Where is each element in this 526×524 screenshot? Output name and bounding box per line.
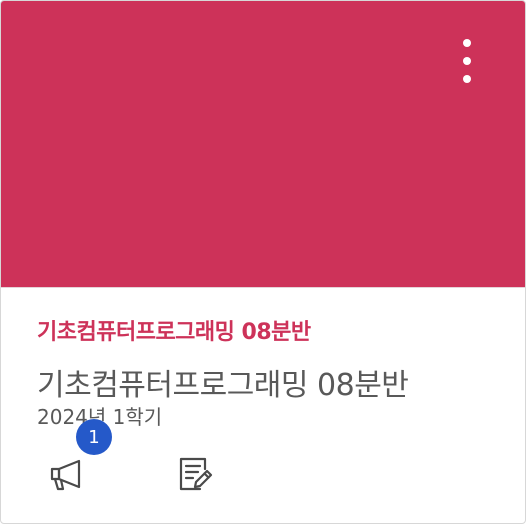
kebab-dot (463, 57, 471, 65)
course-name: 기초컴퓨터프로그래밍 08분반 (37, 368, 409, 403)
megaphone-icon (50, 459, 81, 491)
course-options-button[interactable] (453, 33, 481, 89)
kebab-dot (463, 39, 471, 47)
kebab-dot (463, 75, 471, 83)
course-card-body: 기초컴퓨터프로그래밍 08분반 기초컴퓨터프로그래밍 08분반 2024년 1학… (1, 287, 525, 523)
unread-count-badge: 1 (76, 419, 112, 455)
assignment-edit-icon (179, 457, 213, 491)
course-card[interactable]: 기초컴퓨터프로그래밍 08분반 기초컴퓨터프로그래밍 08분반 2024년 1학… (0, 0, 526, 524)
announcements-button[interactable] (47, 454, 87, 494)
course-code-link[interactable]: 기초컴퓨터프로그래밍 08분반 (37, 314, 311, 346)
course-card-banner[interactable] (1, 1, 525, 287)
assignments-button[interactable] (175, 454, 215, 494)
